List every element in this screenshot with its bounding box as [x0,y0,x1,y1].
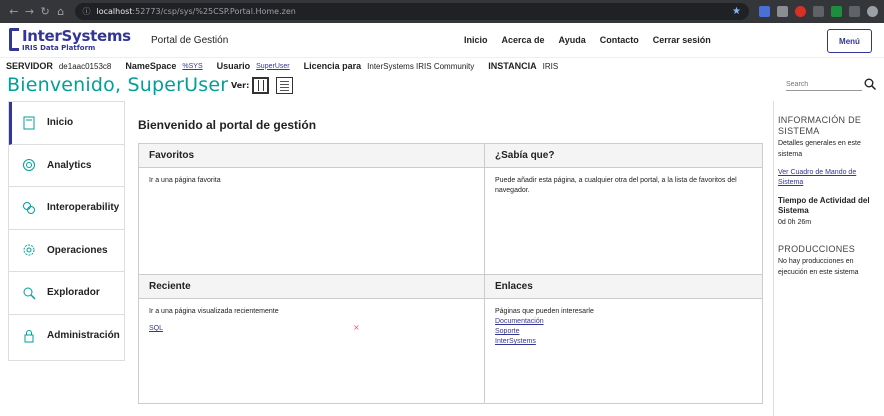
panel-text: Ir a una página visualizada recientement… [149,308,279,315]
extension-icon[interactable] [848,6,860,17]
sidebar-item-operaciones[interactable]: Operaciones [9,230,124,272]
top-navigation: Inicio Acerca de Ayuda Contacto Cerrar s… [464,35,711,45]
extension-icon[interactable] [794,6,806,17]
site-info-icon[interactable]: ⓘ [83,6,91,17]
intersystems-logo[interactable]: InterSystems IRIS Data Platform [9,28,131,52]
list-view-button[interactable] [276,77,293,94]
sidebar-item-label: Operaciones [47,244,108,256]
nav-acerca-de[interactable]: Acerca de [502,35,545,45]
analytics-icon [21,157,37,173]
panel-title: Favoritos [139,144,484,168]
search-icon[interactable] [864,78,876,90]
enlaces-panel: Enlaces Páginas que pueden interesarle D… [485,274,762,403]
dashboard-link[interactable]: Ver Cuadro de Mando de Sistema [778,168,880,188]
reload-icon[interactable]: ↻ [37,5,53,18]
main-area: Inicio Analytics Interoperability Operac… [0,101,884,416]
url-host: localhost [96,7,133,16]
sidebar-item-administracion[interactable]: Administración [9,315,124,358]
remove-recent-icon[interactable]: × [353,323,360,332]
extension-icon[interactable] [830,6,842,17]
dashboard-grid: Favoritos Ir a una página favorita ¿Sabí… [138,143,763,404]
sidebar-item-inicio[interactable]: Inicio [9,102,124,145]
home-icon [21,115,37,131]
server-value: de1aac0153c8 [58,61,112,71]
system-info-panel: INFORMACIÓN DE SISTEMA Detalles generale… [773,101,884,416]
panel-title: ¿Sabía que? [485,144,762,168]
panel-title: Enlaces [485,275,762,299]
sabia-que-panel: ¿Sabía que? Puede añadir esta página, a … [485,144,762,274]
sidebar-item-interoperability[interactable]: Interoperability [9,187,124,230]
page-heading: Bienvenido al portal de gestión [138,118,317,132]
license-value: InterSystems IRIS Community [367,61,475,71]
uptime-value: 0d 0h 26m [778,219,812,226]
panel-text: Puede añadir esta página, a cualquier ot… [495,177,737,194]
uptime-label: Tiempo de Actividad del Sistema [778,196,870,215]
logo-mark [9,28,19,51]
panel-text: Ir a una página favorita [149,177,221,184]
logo-brand: InterSystems [22,27,131,45]
link-documentacion[interactable]: Documentación [495,317,752,327]
user-label: Usuario [216,61,251,71]
explorer-icon [21,285,37,301]
address-bar[interactable]: ⓘ localhost:52773/csp/sys/%25CSP.Portal.… [74,3,749,20]
extension-icon[interactable] [758,6,770,17]
productions-text: No hay producciones en ejecución en este… [778,258,859,276]
portal-header: InterSystems IRIS Data Platform Portal d… [0,23,884,58]
browser-toolbar: ← → ↻ ⌂ ⓘ localhost:52773/csp/sys/%25CSP… [0,0,884,23]
view-label: Ver: [231,81,250,90]
namespace-label: NameSpace [125,61,177,71]
sidebar-item-label: Inicio [47,117,74,129]
extension-icon[interactable] [812,6,824,17]
panel-title: Reciente [139,275,484,299]
link-soporte[interactable]: Soporte [495,327,752,337]
extensions-area [758,6,878,17]
forward-icon[interactable]: → [22,5,38,18]
sidebar-item-analytics[interactable]: Analytics [9,145,124,187]
favoritos-panel: Favoritos Ir a una página favorita [139,144,485,274]
logo-subtitle: IRIS Data Platform [22,44,96,52]
interoperability-icon [21,200,37,216]
nav-ayuda[interactable]: Ayuda [559,35,586,45]
license-label: Licencia para [303,61,362,71]
namespace-link[interactable]: %SYS [182,63,202,70]
search-input[interactable] [786,79,862,91]
reciente-panel: Reciente Ir a una página visualizada rec… [139,274,485,403]
recent-sql-link[interactable]: SQL [149,324,163,334]
nav-inicio[interactable]: Inicio [464,35,488,45]
menu-button[interactable]: Menú [827,29,872,53]
sidebar-item-label: Interoperability [47,202,120,214]
instance-value: IRIS [542,61,559,71]
sidebar: Inicio Analytics Interoperability Operac… [8,101,125,361]
extension-icon[interactable] [776,6,788,17]
nav-cerrar-sesion[interactable]: Cerrar sesión [653,35,711,45]
welcome-bar: Bienvenido, SuperUser Ver: [0,74,884,100]
productions-title: PRODUCCIONES [778,244,856,254]
sidebar-item-label: Explorador [47,287,100,299]
profile-icon[interactable] [866,6,878,17]
info-title: INFORMACIÓN DE SISTEMA [778,115,862,136]
link-intersystems[interactable]: InterSystems [495,337,752,347]
server-label: SERVIDOR [6,61,53,71]
user-link[interactable]: SuperUser [256,63,289,70]
lock-icon [21,328,37,344]
url-path: :52773/csp/sys/%25CSP.Portal.Home.zen [132,7,296,16]
columns-view-button[interactable] [252,77,269,94]
bookmark-star-icon[interactable]: ★ [732,6,741,17]
panel-text: Páginas que pueden interesarle [495,308,594,315]
home-browser-icon[interactable]: ⌂ [53,5,69,18]
system-info-bar: SERVIDOR de1aac0153c8 NameSpace %SYS Usu… [0,58,884,74]
instance-label: INSTANCIA [488,61,537,71]
info-text: Detalles generales en este sistema [778,140,861,158]
sidebar-item-explorador[interactable]: Explorador [9,272,124,315]
sidebar-item-label: Analytics [47,159,92,171]
nav-contacto[interactable]: Contacto [600,35,639,45]
portal-title: Portal de Gestión [151,35,229,46]
content-area: Bienvenido al portal de gestión Favorito… [138,101,763,404]
sidebar-item-label: Administración [47,330,120,342]
gear-icon [21,242,37,258]
back-icon[interactable]: ← [6,5,22,18]
welcome-title: Bienvenido, SuperUser [7,74,229,96]
